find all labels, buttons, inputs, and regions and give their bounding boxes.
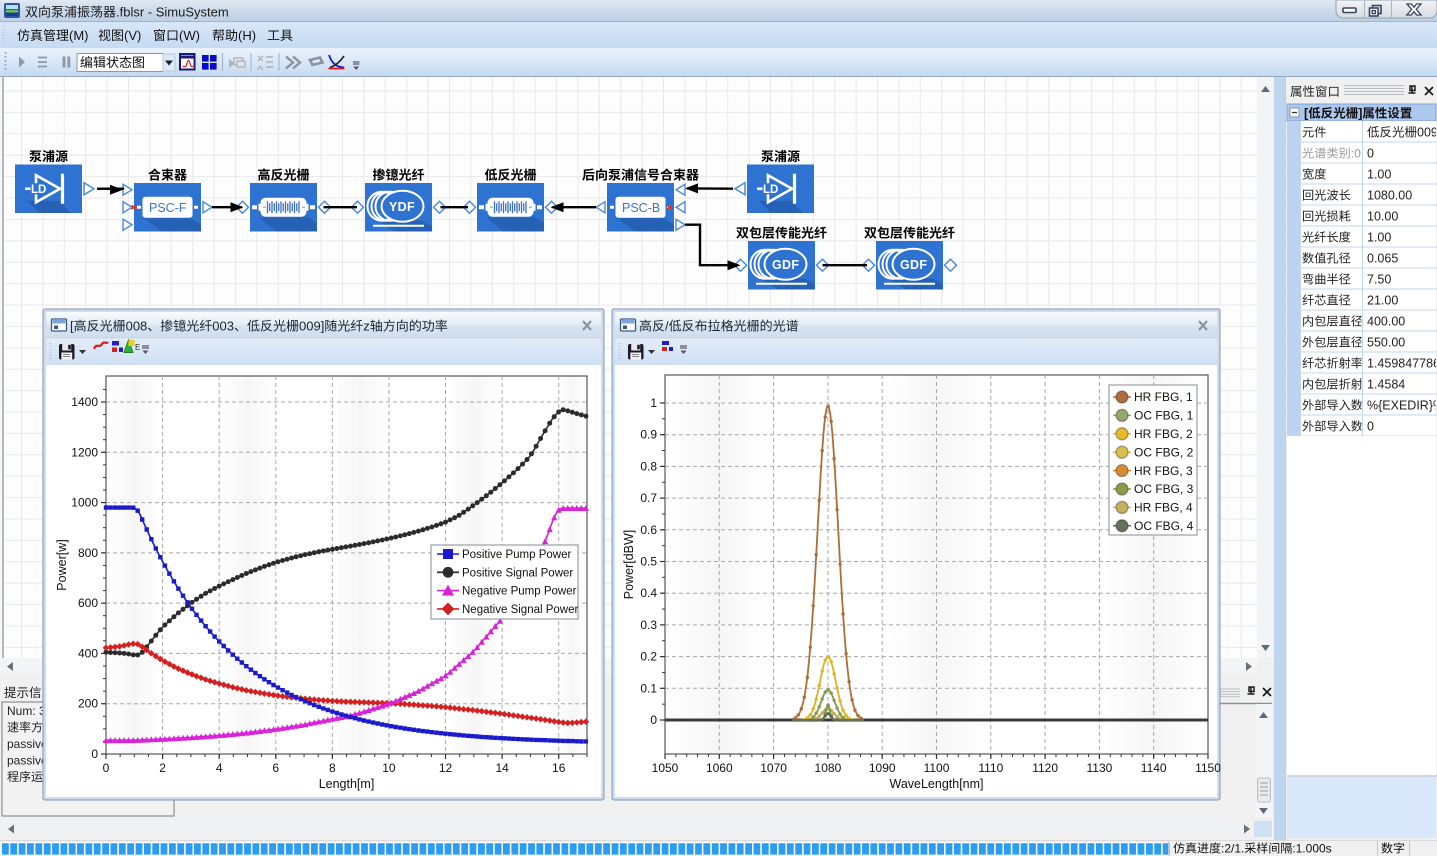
svg-text:0.7: 0.7 <box>640 491 657 505</box>
svg-text:OC FBG, 1: OC FBG, 1 <box>1134 409 1194 423</box>
svg-text:21.00: 21.00 <box>1367 294 1398 308</box>
svg-text:%{EXEDIR}%{: %{EXEDIR}%{ <box>1367 399 1437 413</box>
svg-text:009]: 009] <box>299 319 324 334</box>
svg-text:0.4: 0.4 <box>640 586 657 600</box>
svg-text::1.000s: :1.000s <box>1292 842 1331 856</box>
svg-text:0.5: 0.5 <box>640 555 657 569</box>
svg-text:1090: 1090 <box>869 761 896 775</box>
svg-text:1130: 1130 <box>1086 761 1112 775</box>
svg-text:10.00: 10.00 <box>1367 210 1398 224</box>
svg-text:0: 0 <box>91 747 98 761</box>
svg-text:Negative Signal Power: Negative Signal Power <box>462 604 579 616</box>
svg-text:1150: 1150 <box>1195 761 1221 775</box>
svg-text:/: / <box>665 319 669 334</box>
svg-text:Power[dBW]: Power[dBW] <box>622 530 636 599</box>
svg-text:0: 0 <box>103 761 110 775</box>
svg-text:1120: 1120 <box>1032 761 1058 775</box>
svg-text:009: 009 <box>1417 126 1437 140</box>
svg-text:YDF: YDF <box>389 200 415 214</box>
svg-text:800: 800 <box>78 546 98 560</box>
svg-text:1080: 1080 <box>815 761 842 775</box>
svg-text:(W): (W) <box>179 28 200 43</box>
svg-text:0.8: 0.8 <box>640 459 657 473</box>
svg-text:1050: 1050 <box>652 761 679 775</box>
svg-text:z: z <box>363 319 370 334</box>
svg-text:2: 2 <box>159 761 166 775</box>
svg-text:0.065: 0.065 <box>1367 252 1398 266</box>
svg-text:Length[m]: Length[m] <box>319 777 375 791</box>
svg-text:0: 0 <box>1367 147 1374 161</box>
svg-text:Positive Signal Power: Positive Signal Power <box>462 567 573 579</box>
svg-text:PSC-B: PSC-B <box>622 201 660 215</box>
svg-text:0.3: 0.3 <box>640 618 657 632</box>
svg-text:400.00: 400.00 <box>1367 315 1405 329</box>
svg-text:10: 10 <box>382 761 396 775</box>
svg-text:1.4584: 1.4584 <box>1367 378 1405 392</box>
svg-text:(H): (H) <box>238 28 256 43</box>
svg-text:12: 12 <box>439 761 453 775</box>
svg-text:003: 003 <box>212 319 234 334</box>
svg-text:1100: 1100 <box>924 761 950 775</box>
svg-text:Positive Pump Power: Positive Pump Power <box>462 549 571 561</box>
svg-text:1110: 1110 <box>978 761 1003 775</box>
svg-text::0: :0 <box>1351 147 1361 161</box>
svg-text:0.6: 0.6 <box>640 523 657 537</box>
svg-text:E: E <box>135 343 140 352</box>
svg-text:1080.00: 1080.00 <box>1367 189 1412 203</box>
svg-text:HR FBG, 1: HR FBG, 1 <box>1134 390 1193 404</box>
svg-text:OC FBG, 3: OC FBG, 3 <box>1134 482 1194 496</box>
svg-text:WaveLength[nm]: WaveLength[nm] <box>889 777 983 791</box>
svg-text:550.00: 550.00 <box>1367 336 1405 350</box>
svg-text:1070: 1070 <box>760 761 787 775</box>
svg-text:[: [ <box>70 319 74 334</box>
svg-text:0.2: 0.2 <box>640 650 657 664</box>
svg-text:7.50: 7.50 <box>1367 273 1391 287</box>
svg-text:(M): (M) <box>69 28 89 43</box>
svg-text:600: 600 <box>78 596 98 610</box>
svg-text:1200: 1200 <box>71 445 98 459</box>
svg-text:0.1: 0.1 <box>640 681 657 695</box>
svg-text:1: 1 <box>650 396 657 410</box>
svg-text:16: 16 <box>552 761 566 775</box>
svg-text::2/1.: :2/1. <box>1221 842 1244 856</box>
svg-text:.fblsr - SimuSystem: .fblsr - SimuSystem <box>116 5 229 20</box>
svg-text:HR FBG, 3: HR FBG, 3 <box>1134 464 1193 478</box>
svg-text:0.9: 0.9 <box>640 428 657 442</box>
svg-text:008: 008 <box>126 319 148 334</box>
svg-text:400: 400 <box>78 646 98 660</box>
svg-text:(V): (V) <box>124 28 141 43</box>
svg-text:1.00: 1.00 <box>1367 168 1391 182</box>
svg-text:]: ] <box>1358 107 1362 121</box>
svg-text:1060: 1060 <box>706 761 733 775</box>
svg-text:LD: LD <box>31 184 46 196</box>
svg-text:1000: 1000 <box>71 496 98 510</box>
svg-text:Negative Pump Power: Negative Pump Power <box>462 586 577 598</box>
svg-text:HR FBG, 4: HR FBG, 4 <box>1134 501 1193 515</box>
svg-text:200: 200 <box>78 697 98 711</box>
svg-text:0: 0 <box>1367 420 1374 434</box>
svg-text:1.00: 1.00 <box>1367 231 1391 245</box>
svg-text:8: 8 <box>329 761 336 775</box>
svg-text:1400: 1400 <box>71 395 98 409</box>
svg-text:1.4598477861: 1.4598477861 <box>1367 357 1437 371</box>
svg-text:HR FBG, 2: HR FBG, 2 <box>1134 427 1193 441</box>
svg-text:6: 6 <box>272 761 279 775</box>
svg-text:0: 0 <box>650 713 657 727</box>
svg-text:14: 14 <box>495 761 509 775</box>
svg-text:Num: 3: Num: 3 <box>7 704 46 718</box>
svg-text:GDF: GDF <box>772 258 799 272</box>
svg-text:PSC-F: PSC-F <box>149 201 187 215</box>
svg-text:GDF: GDF <box>900 258 927 272</box>
svg-text:OC FBG, 4: OC FBG, 4 <box>1134 519 1194 533</box>
svg-text:Power[w]: Power[w] <box>55 539 69 590</box>
svg-text:1140: 1140 <box>1141 761 1167 775</box>
svg-text:LD: LD <box>763 184 778 196</box>
svg-text:OC FBG, 2: OC FBG, 2 <box>1134 445 1194 459</box>
svg-text:4: 4 <box>216 761 223 775</box>
